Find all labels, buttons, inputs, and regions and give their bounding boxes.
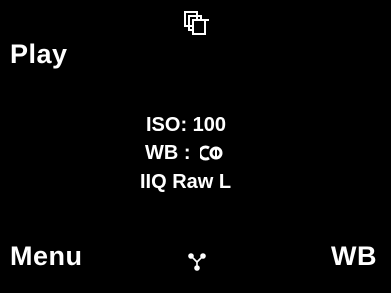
auto-white-balance-icon (198, 145, 224, 161)
network-connection-icon (186, 250, 208, 272)
file-format-value: IIQ Raw L (140, 171, 232, 193)
iso-value: ISO: 100 (146, 114, 227, 136)
wb-softkey-label[interactable]: WB (331, 243, 377, 270)
white-balance-label: WB : (145, 142, 197, 164)
multi-image-stack-icon (183, 9, 213, 39)
play-softkey-label[interactable]: Play (10, 41, 68, 68)
camera-display-screen: Play ISO: 100 WB : IIQ Raw L Menu WB (0, 0, 391, 293)
menu-softkey-label[interactable]: Menu (10, 243, 83, 270)
white-balance-value: WB : (145, 143, 224, 167)
